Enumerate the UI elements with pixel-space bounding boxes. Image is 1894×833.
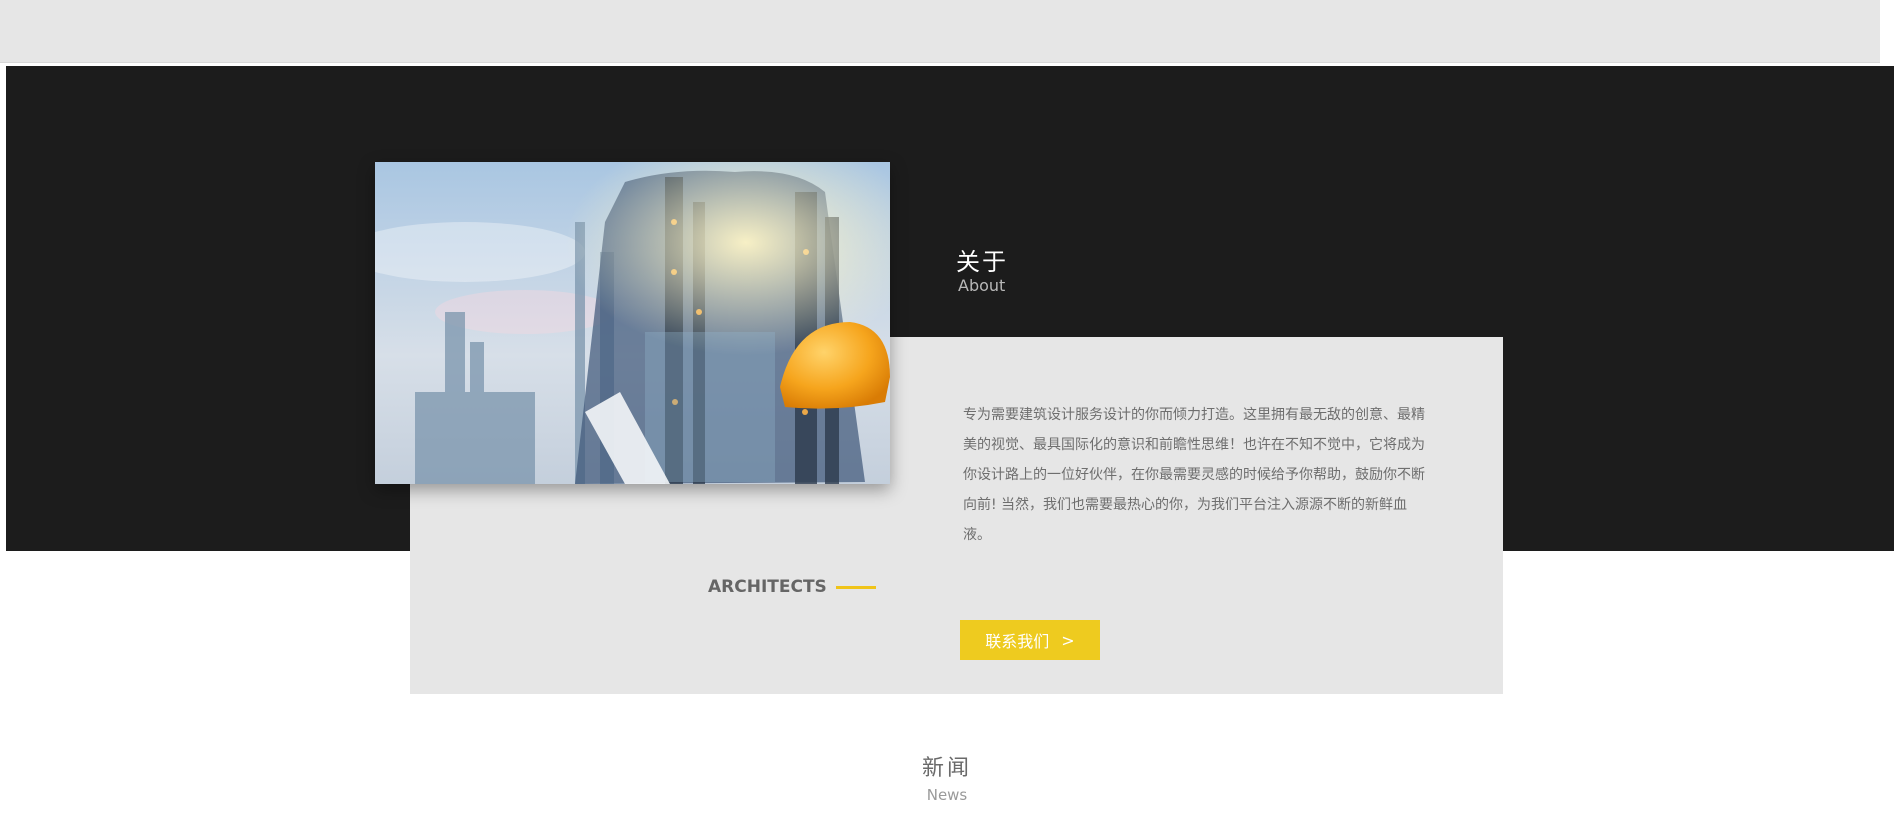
about-subheading: About [958, 276, 1006, 295]
tagline-accent-line [836, 586, 876, 589]
chevron-right-icon: > [1061, 630, 1075, 650]
about-heading: 关于 [956, 248, 1008, 276]
contact-us-button[interactable]: 联系我们 > [960, 620, 1100, 660]
contact-us-label: 联系我们 [985, 632, 1050, 651]
news-heading: 新闻 [921, 756, 972, 781]
about-description: 专为需要建筑设计服务设计的你而倾力打造。这里拥有最无敌的创意、最精美的视觉、最具… [963, 407, 1425, 543]
engineer-refinery-image [375, 162, 890, 484]
top-header-bar [0, 0, 1880, 63]
news-subheading: News [926, 786, 968, 804]
architects-tagline: ARCHITECTS [708, 577, 827, 597]
